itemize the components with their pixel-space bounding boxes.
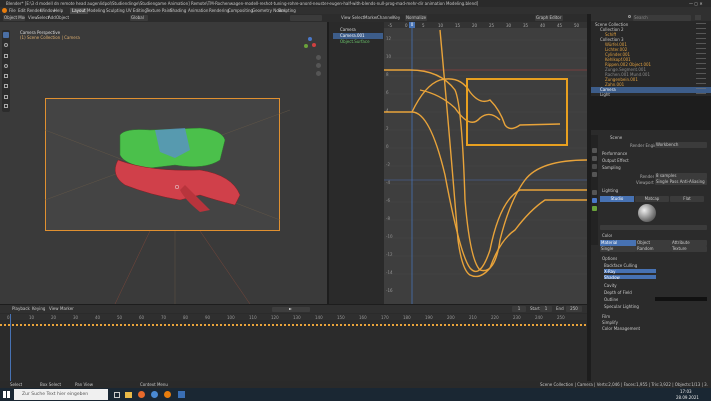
chrome-icon[interactable] [151,391,158,398]
timeline-menu-view[interactable]: View [49,306,59,312]
current-frame-field[interactable]: 1 [512,306,526,312]
timeline-end-field[interactable]: 250 [566,306,582,312]
tl-tick-13: 130 [293,315,301,320]
timeline-keyframe-row[interactable] [0,324,587,326]
options-panel-title[interactable]: Options [602,256,617,261]
object-tab-icon[interactable] [592,190,597,195]
windows-start-icon[interactable] [3,391,10,398]
timeline-menu-marker[interactable]: Marker [60,306,74,312]
tl-tick-15: 150 [337,315,345,320]
filter-icon[interactable] [695,15,701,20]
curve-a [384,69,588,272]
section-performance[interactable]: Performance [602,151,627,156]
viewport-aa-dropdown[interactable]: Single Pass Anti-Aliasing [655,179,707,185]
color-single[interactable]: Single [600,246,636,252]
curve-c [411,78,561,130]
status-select: Select [10,382,23,387]
lighting-studio[interactable]: Studio [600,196,634,202]
color-panel-title[interactable]: Color [602,233,612,238]
option-specular[interactable]: Specular Lighting [604,304,639,309]
color-texture[interactable]: Texture [671,246,707,252]
tl-tick-4: 40 [95,315,101,320]
lighting-flat[interactable]: Flat [670,196,704,202]
status-stats: Scene Collection | Camera | Verts:2,046 … [540,382,708,387]
timeline-menu-keying[interactable]: Keying [32,306,45,312]
timeline-start-field[interactable]: 1 [540,306,552,312]
option-outline[interactable]: Outline [604,297,618,302]
visibility-icons[interactable] [696,23,706,95]
render-engine-dropdown[interactable]: Workbench [655,142,707,148]
play-icon[interactable] [289,308,292,310]
timeline-start-label: Start [530,306,540,311]
taskview-icon[interactable] [114,392,120,398]
option-backface-culling[interactable]: Backface Culling [604,263,637,268]
data-tab-icon[interactable] [592,206,597,211]
color-random[interactable]: Random [636,246,671,252]
render-tab-icon[interactable] [592,148,597,153]
blender-taskbar-icon[interactable] [164,391,171,398]
outliner-item[interactable]: Light [600,92,610,98]
output-tab-icon[interactable] [592,156,597,161]
world-tab-icon[interactable] [592,172,597,177]
firefox-icon[interactable] [138,391,145,398]
studio-light-preview[interactable] [638,204,656,222]
tl-tick-21: 210 [469,315,477,320]
properties-context: Scene [610,135,623,140]
taskbar-date[interactable]: 28.09.2021 [676,395,699,400]
section-sampling[interactable]: Sampling [602,165,621,170]
taskbar-time[interactable]: 17:03 [680,389,692,394]
app-icon[interactable] [178,391,185,398]
curve-d [439,29,587,278]
status-box-select: Box Select [40,382,62,387]
outliner-search-icon [628,15,631,18]
tl-tick-17: 170 [381,315,389,320]
outline-color-swatch[interactable] [655,297,707,301]
scene-tab-icon[interactable] [592,164,597,169]
studio-light-field[interactable] [600,225,707,230]
timeline-playhead[interactable] [10,314,11,381]
tl-tick-6: 60 [139,315,145,320]
tl-tick-9: 90 [205,315,211,320]
simplify-panel-title[interactable]: Simplify [602,320,618,325]
tl-tick-5: 50 [117,315,123,320]
tl-tick-8: 80 [183,315,189,320]
tl-tick-24: 240 [535,315,543,320]
tl-tick-2: 20 [51,315,57,320]
viewport-aa-label: Viewport [636,180,654,185]
tl-tick-11: 110 [249,315,257,320]
option-xray[interactable]: X-Ray [604,269,616,274]
tl-tick-10: 100 [227,315,235,320]
modifier-tab-icon[interactable] [592,198,597,203]
status-pan-view: Pan View [75,382,93,387]
timeline-menu-playback[interactable]: Playback [12,306,30,312]
render-samples-label: Render [640,174,655,179]
tl-tick-7: 70 [161,315,167,320]
tl-tick-1: 10 [29,315,35,320]
tl-tick-22: 220 [491,315,499,320]
tl-tick-14: 140 [315,315,323,320]
option-dof[interactable]: Depth of Field [604,290,632,295]
tl-tick-3: 30 [73,315,79,320]
section-output-effect[interactable]: Output Effect [602,158,629,163]
tl-tick-23: 230 [513,315,521,320]
option-shadow[interactable]: Shadow [604,275,620,280]
timeline-end-label: End [556,306,564,311]
curve-b [384,111,587,273]
status-context-menu: Context Menu [140,382,168,387]
tl-tick-16: 160 [359,315,367,320]
explorer-icon[interactable] [125,392,132,398]
option-cavity[interactable]: Cavity [604,283,617,288]
tl-tick-19: 190 [425,315,433,320]
lighting-matcap[interactable]: Matcap [635,196,669,202]
film-panel-title[interactable]: Film [602,314,610,319]
tl-tick-25: 250 [557,315,565,320]
tl-tick-18: 180 [403,315,411,320]
tl-tick-20: 200 [447,315,455,320]
taskbar-search[interactable]: Zur Suche Text hier eingeben [14,389,108,400]
lighting-panel-title[interactable]: Lighting [602,188,618,193]
color-management-panel-title[interactable]: Color Management [602,326,640,331]
outliner-search[interactable]: Search [633,15,691,21]
tl-tick-12: 120 [271,315,279,320]
